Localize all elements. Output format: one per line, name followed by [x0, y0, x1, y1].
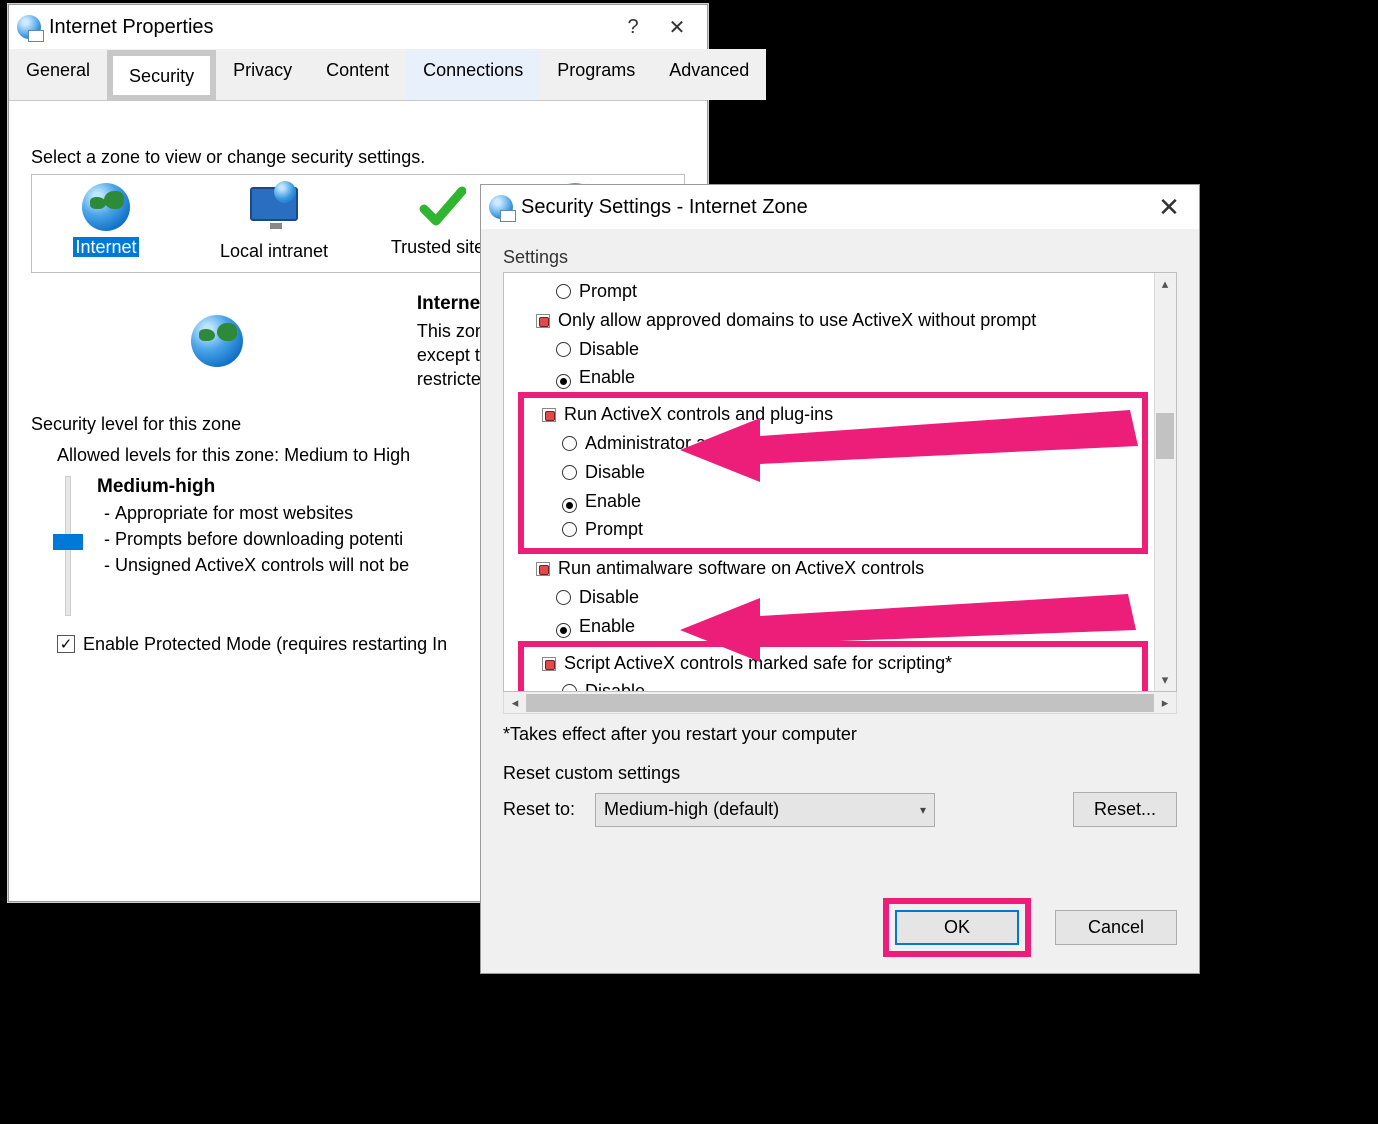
zone-intranet-label: Local intranet — [220, 241, 328, 261]
protected-mode-checkbox[interactable]: ✓ — [57, 635, 75, 653]
scrollbar-thumb[interactable] — [1156, 413, 1174, 459]
scroll-down-icon[interactable]: ▾ — [1154, 669, 1176, 691]
option-enable[interactable]: Enable — [526, 612, 1148, 641]
option-enable[interactable]: Enable — [526, 363, 1148, 392]
reset-to-dropdown[interactable]: Medium-high (default) ▾ — [595, 793, 935, 827]
tab-connections[interactable]: Connections — [406, 49, 540, 100]
scroll-right-icon[interactable]: ▸ — [1154, 692, 1176, 714]
reset-button[interactable]: Reset... — [1073, 792, 1177, 827]
window-title: Security Settings - Internet Zone — [521, 196, 1147, 219]
scroll-left-icon[interactable]: ◂ — [504, 692, 526, 714]
ie-globe-icon — [17, 15, 41, 39]
category-only-allow: Only allow approved domains to use Activ… — [526, 306, 1148, 335]
activex-icon — [542, 408, 556, 422]
ok-button[interactable]: OK — [895, 910, 1019, 945]
option-prompt[interactable]: Prompt — [526, 277, 1148, 306]
category-script-activex: Script ActiveX controls marked safe for … — [532, 649, 1142, 678]
monitor-icon — [246, 187, 302, 235]
level-description: Medium-high Appropriate for most website… — [97, 476, 409, 616]
titlebar[interactable]: Internet Properties ? ✕ — [9, 5, 707, 49]
titlebar[interactable]: Security Settings - Internet Zone ✕ — [481, 185, 1199, 229]
help-button[interactable]: ? — [611, 7, 655, 47]
zones-heading: Select a zone to view or change security… — [31, 147, 685, 168]
option-admin-approved[interactable]: Administrator approved — [532, 429, 1142, 458]
option-disable[interactable]: Disable — [526, 583, 1148, 612]
activex-icon — [536, 314, 550, 328]
category-run-antimalware: Run antimalware software on ActiveX cont… — [526, 554, 1148, 583]
security-level-slider[interactable] — [57, 476, 79, 616]
tab-programs[interactable]: Programs — [540, 49, 652, 100]
zone-local-intranet[interactable]: Local intranet — [204, 183, 344, 262]
reset-heading: Reset custom settings — [503, 763, 1177, 784]
scroll-up-icon[interactable]: ▴ — [1154, 273, 1176, 295]
checkmark-icon — [414, 183, 470, 231]
settings-tree[interactable]: Prompt Only allow approved domains to us… — [503, 272, 1177, 692]
activex-icon — [542, 657, 556, 671]
highlight-script-activex: Script ActiveX controls marked safe for … — [518, 641, 1148, 692]
dialog-buttons: OK Cancel — [883, 898, 1177, 957]
tab-strip: General Security Privacy Content Connect… — [9, 49, 707, 101]
option-disable[interactable]: Disable — [532, 677, 1142, 692]
category-run-activex: Run ActiveX controls and plug-ins — [532, 400, 1142, 429]
restart-note: *Takes effect after you restart your com… — [503, 724, 1177, 745]
level-bullet: Unsigned ActiveX controls will not be — [115, 552, 409, 578]
tab-security[interactable]: Security — [107, 50, 216, 101]
tab-privacy[interactable]: Privacy — [216, 49, 309, 100]
close-button[interactable]: ✕ — [1147, 187, 1191, 227]
reset-to-label: Reset to: — [503, 799, 575, 820]
ok-highlight: OK — [883, 898, 1031, 957]
globe-icon — [78, 183, 134, 231]
zone-internet-label: Internet — [73, 237, 138, 257]
highlight-run-activex: Run ActiveX controls and plug-ins Admini… — [518, 392, 1148, 554]
option-enable[interactable]: Enable — [532, 487, 1142, 516]
level-name: Medium-high — [97, 476, 409, 498]
vertical-scrollbar[interactable]: ▴ ▾ — [1154, 273, 1176, 691]
window-title: Internet Properties — [49, 16, 611, 39]
security-settings-window: Security Settings - Internet Zone ✕ Sett… — [480, 184, 1200, 974]
horizontal-scrollbar[interactable]: ◂ ▸ — [503, 692, 1177, 714]
close-button[interactable]: ✕ — [655, 7, 699, 47]
ie-globe-icon — [489, 195, 513, 219]
cancel-button[interactable]: Cancel — [1055, 910, 1177, 945]
reset-custom-settings: Reset custom settings Reset to: Medium-h… — [503, 763, 1177, 827]
settings-heading: Settings — [503, 247, 1177, 268]
level-bullet: Appropriate for most websites — [115, 500, 409, 526]
tab-advanced[interactable]: Advanced — [652, 49, 766, 100]
reset-to-value: Medium-high (default) — [604, 799, 779, 820]
chevron-down-icon: ▾ — [920, 803, 926, 817]
activex-icon — [536, 562, 550, 576]
zone-internet[interactable]: Internet — [36, 183, 176, 262]
security-settings-body: Settings Prompt Only allow approved doma… — [481, 229, 1199, 827]
zone-trusted-label: Trusted sites — [391, 237, 493, 257]
level-bullet: Prompts before downloading potenti — [115, 526, 409, 552]
tab-content[interactable]: Content — [309, 49, 406, 100]
tab-general[interactable]: General — [9, 49, 107, 100]
globe-icon — [191, 315, 243, 367]
option-prompt[interactable]: Prompt — [532, 515, 1142, 544]
protected-mode-label: Enable Protected Mode (requires restarti… — [83, 634, 447, 655]
option-disable[interactable]: Disable — [526, 335, 1148, 364]
option-disable[interactable]: Disable — [532, 458, 1142, 487]
